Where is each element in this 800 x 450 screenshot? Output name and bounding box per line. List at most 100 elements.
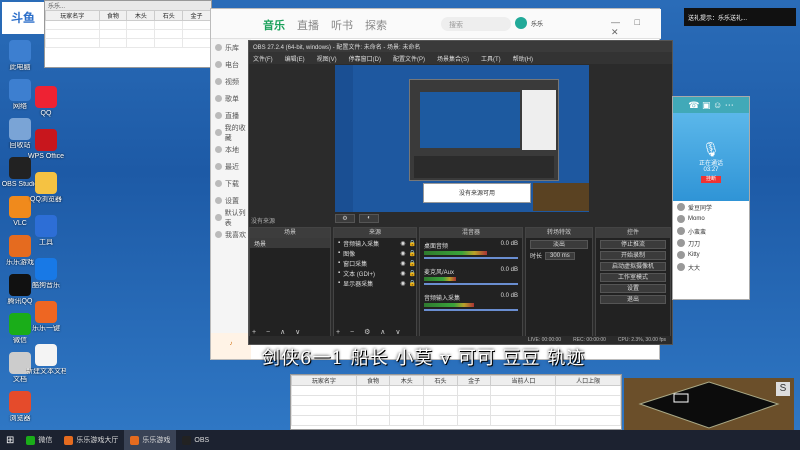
volume-slider[interactable] [424, 283, 518, 285]
now-playing-cover[interactable]: ♪ [211, 333, 251, 359]
desktop-icon[interactable]: 酷狗音乐 [26, 258, 66, 290]
game-minimap[interactable]: S [624, 378, 794, 430]
taskbar-label: 乐乐游戏 [142, 437, 171, 444]
music-sidebar-item[interactable]: 下载 [211, 175, 251, 192]
lock-icon[interactable]: 🔒 [409, 240, 416, 247]
desktop-icon[interactable]: QQ [26, 86, 66, 118]
obs-menu-item[interactable]: 帮助(H) [513, 54, 533, 63]
music-tab[interactable]: 音乐 [263, 17, 285, 33]
chat-user[interactable]: 大大 [673, 261, 749, 273]
column-header: 玩家名字 [291, 375, 357, 386]
source-toolbar[interactable]: + − ⚙ ∧ ∨ [336, 328, 404, 336]
music-search-input[interactable]: 搜索 [441, 17, 511, 31]
eye-icon[interactable]: ◉ [400, 280, 405, 287]
obs-preview[interactable]: 没有来源可用 [335, 65, 589, 212]
window-controls[interactable]: — □ ✕ [611, 17, 661, 38]
control-button[interactable]: 停止推流 [600, 240, 666, 249]
desktop-icon-label: WPS Office [27, 153, 65, 160]
duration-input[interactable]: 300 ms [545, 251, 575, 260]
taskbar-item[interactable]: 微信 [20, 430, 58, 450]
avatar[interactable] [515, 17, 527, 29]
control-button[interactable]: 退出 [600, 295, 666, 304]
obs-menu-item[interactable]: 配置文件(P) [393, 54, 425, 63]
music-sidebar-item[interactable]: 电台 [211, 56, 251, 73]
mixer-track-name: 麦克风/Aux [424, 270, 455, 276]
music-sidebar-item[interactable]: 直播 [211, 107, 251, 124]
scene-toolbar[interactable]: + − ∧ ∨ [252, 328, 304, 336]
obs-menu-item[interactable]: 停靠窗口(D) [349, 54, 381, 63]
obs-menu-item[interactable]: 场景集合(S) [437, 54, 469, 63]
music-sidebar-label: 本地 [225, 146, 239, 154]
desktop-icon[interactable]: 新建文本文档 [26, 344, 66, 376]
mixer-track-header: 音频输入采集 0.0 dB [420, 293, 522, 302]
music-tab[interactable]: 探索 [365, 17, 387, 33]
source-filter-button[interactable]: ◐ [359, 214, 379, 223]
scenes-header: 场景 [250, 228, 330, 238]
lock-icon[interactable]: 🔒 [409, 260, 416, 267]
volume-slider[interactable] [424, 257, 518, 259]
source-item[interactable]: ▪ 文本 (GDI+) ◉ 🔒 [334, 268, 416, 278]
music-tab[interactable]: 直播 [297, 17, 319, 33]
obs-menu-item[interactable]: 文件(F) [253, 54, 273, 63]
lock-icon[interactable]: 🔒 [409, 280, 416, 287]
transition-select[interactable]: 淡出 [530, 240, 588, 249]
music-sidebar-item[interactable]: 我的收藏 [211, 124, 251, 142]
source-item[interactable]: ▪ 音频输入采集 ◉ 🔒 [334, 238, 416, 248]
obs-menu-item[interactable]: 视图(V) [317, 54, 337, 63]
desktop-icon[interactable]: QQ浏览器 [26, 172, 66, 204]
music-header: 音乐 直播 听书 探索 搜索 乐乐 — □ ✕ [211, 9, 661, 39]
music-sidebar-item[interactable]: 本地 [211, 141, 251, 158]
wps-icon [35, 129, 57, 151]
eye-icon[interactable]: ◉ [400, 240, 405, 247]
eye-icon[interactable]: ◉ [400, 250, 405, 257]
music-sidebar-label: 歌单 [225, 95, 239, 103]
start-button[interactable]: ⊞ [0, 430, 20, 450]
source-item[interactable]: ▪ 窗口采集 ◉ 🔒 [334, 258, 416, 268]
desktop-icon[interactable]: WPS Office [26, 129, 66, 161]
hangup-button[interactable]: 挂断 [701, 176, 721, 183]
music-sidebar-item[interactable]: 我喜欢 [211, 226, 251, 243]
chat-user[interactable]: 小蛮蛮 [673, 225, 749, 237]
desktop-icon-label: 酷狗音乐 [32, 282, 60, 289]
control-button[interactable]: 工作室模式 [600, 273, 666, 282]
volume-slider[interactable] [424, 309, 518, 311]
music-sidebar-item[interactable]: 歌单 [211, 90, 251, 107]
desktop-icon[interactable]: 浏览器 [0, 391, 40, 423]
taskbar-item[interactable]: 乐乐游戏 [124, 430, 177, 450]
chat-user[interactable]: Kitty [673, 249, 749, 261]
source-item[interactable]: ▪ 显示器采集 ◉ 🔒 [334, 278, 416, 288]
desktop-icon[interactable]: 此电脑 [0, 40, 40, 72]
source-add-button[interactable]: ⚙ [335, 214, 355, 223]
minimap-terrain [638, 381, 780, 429]
computer-icon [9, 40, 31, 62]
music-tab[interactable]: 听书 [331, 17, 353, 33]
chat-user[interactable]: Momo [673, 213, 749, 225]
desktop-icon-label: 乐乐一键 [32, 325, 60, 332]
music-sidebar-item[interactable]: 视频 [211, 73, 251, 90]
minimap-button[interactable]: S [776, 382, 790, 396]
image-icon: ▪ [338, 250, 341, 256]
chat-toolbar[interactable]: ☎ ▣ ☺ ⋯ [673, 97, 749, 113]
music-sidebar-item[interactable]: 最近 [211, 158, 251, 175]
music-sidebar-item[interactable]: 默认列表 [211, 209, 251, 227]
source-item[interactable]: ▪ 图像 ◉ 🔒 [334, 248, 416, 258]
mixer-track: 麦克风/Aux 0.0 dB [420, 264, 522, 290]
control-button[interactable]: 启动虚拟摄像机 [600, 262, 666, 271]
control-button[interactable]: 设置 [600, 284, 666, 293]
taskbar-item[interactable]: 乐乐游戏大厅 [58, 430, 124, 450]
control-button[interactable]: 开始录制 [600, 251, 666, 260]
eye-icon[interactable]: ◉ [400, 270, 405, 277]
chat-user[interactable]: 爱豆同学 [673, 201, 749, 213]
music-sidebar-item[interactable]: 设置 [211, 192, 251, 209]
eye-icon[interactable]: ◉ [400, 260, 405, 267]
obs-menu-item[interactable]: 编辑(E) [285, 54, 305, 63]
obs-menu-item[interactable]: 工具(T) [481, 54, 501, 63]
chat-user[interactable]: 刀刀 [673, 237, 749, 249]
desktop-icon[interactable]: 乐乐一键 [26, 301, 66, 333]
scene-item[interactable]: 场景 [250, 238, 330, 248]
desktop-icon[interactable]: 工具 [26, 215, 66, 247]
lock-icon[interactable]: 🔒 [409, 270, 416, 277]
taskbar-item[interactable]: OBS [176, 430, 215, 450]
lock-icon[interactable]: 🔒 [409, 250, 416, 257]
music-sidebar-item[interactable]: 乐库 [211, 39, 251, 56]
